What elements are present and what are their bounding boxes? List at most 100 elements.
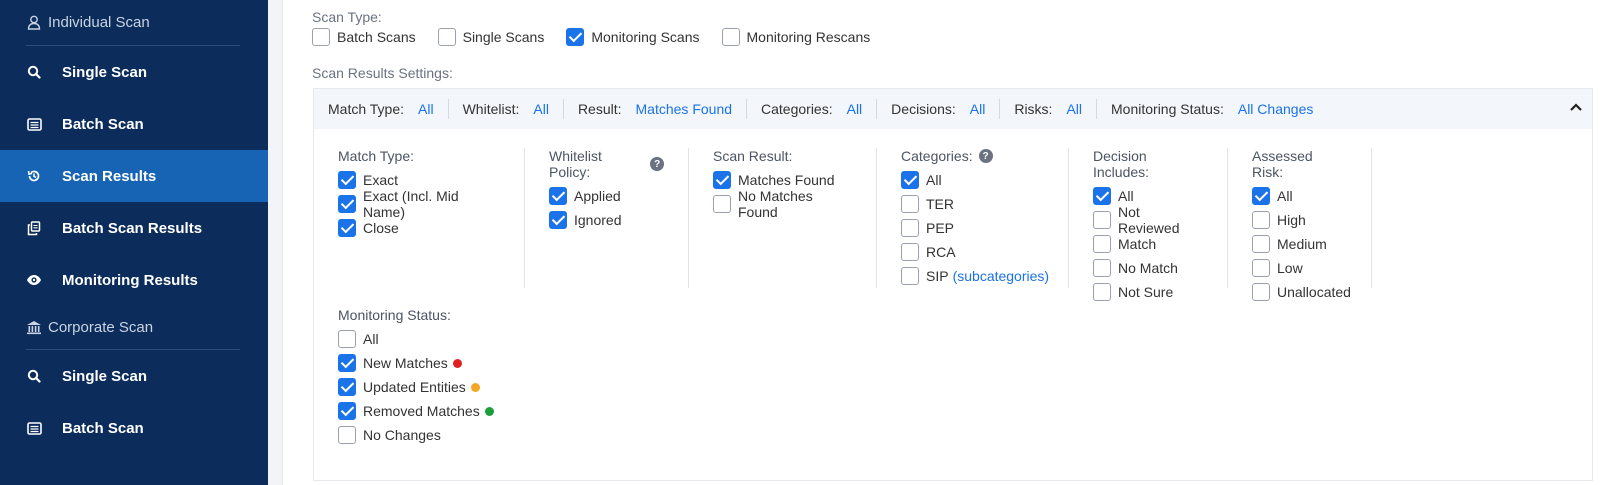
filter-group-match-type: Match Type: Exact Exact (Incl. Mid Name) Cl… (314, 148, 525, 288)
option-row: New Matches (338, 351, 494, 375)
filter-groups: Match Type: Exact Exact (Incl. Mid Name) Cl… (314, 148, 1372, 301)
help-icon[interactable]: ? (650, 157, 664, 171)
sidebar-item-single-scan[interactable]: Single Scan (0, 350, 268, 402)
checkbox-unchecked[interactable] (1252, 211, 1270, 229)
sidebar-item-scan-results[interactable]: Scan Results (0, 150, 268, 202)
summary-value[interactable]: Matches Found (636, 101, 733, 117)
monitoring-updated-entities-checkbox[interactable]: Updated Entities (338, 378, 466, 396)
sidebar-item-single-scan[interactable]: Single Scan (0, 46, 268, 98)
checkbox-label: Not Reviewed (1118, 204, 1180, 236)
checkbox-checked[interactable] (566, 28, 585, 46)
checkbox-unchecked[interactable] (721, 28, 740, 46)
checkbox-checked[interactable] (338, 195, 356, 213)
categories-pep-checkbox[interactable]: PEP (901, 219, 954, 237)
checkbox-unchecked[interactable] (1093, 259, 1111, 277)
scan-result-matches-found-checkbox[interactable]: Matches Found (713, 171, 835, 189)
checkbox-unchecked[interactable] (1093, 211, 1111, 229)
categories-rca-checkbox[interactable]: RCA (901, 243, 956, 261)
help-icon[interactable]: ? (978, 149, 993, 163)
checkbox-unchecked[interactable] (1252, 235, 1270, 253)
match-type-exact-checkbox[interactable]: Exact (338, 171, 398, 189)
option-row: Applied (549, 184, 664, 208)
checkbox-unchecked[interactable] (1252, 259, 1270, 277)
monitoring-all-checkbox[interactable]: All (338, 330, 379, 348)
checkbox-label: Matches Found (738, 172, 835, 188)
assessed-risk-low-checkbox[interactable]: Low (1252, 259, 1303, 277)
checkbox-checked[interactable] (713, 171, 731, 189)
checkbox-label: Close (363, 220, 399, 236)
checkbox-label: Monitoring Scans (591, 29, 700, 45)
checkbox-checked[interactable] (338, 354, 356, 372)
checkbox-checked[interactable] (549, 187, 567, 205)
checkbox-checked[interactable] (338, 171, 356, 189)
history-icon (26, 168, 42, 184)
decision-includes-all-checkbox[interactable]: All (1093, 187, 1134, 205)
checkbox-checked[interactable] (549, 211, 567, 229)
scan-type-single-scans-checkbox[interactable]: Single Scans (437, 28, 544, 46)
batch-icon (26, 420, 42, 436)
checkbox-unchecked[interactable] (312, 28, 330, 46)
checkbox-unchecked[interactable] (1252, 283, 1270, 301)
decision-includes-not-reviewed-checkbox[interactable]: Not Reviewed (1093, 204, 1203, 236)
checkbox-checked[interactable] (338, 219, 356, 237)
scan-type-batch-scans-checkbox[interactable]: Batch Scans (312, 28, 416, 46)
checkbox-label: PEP (926, 220, 955, 236)
checkbox-checked[interactable] (338, 402, 356, 420)
assessed-risk-high-checkbox[interactable]: High (1252, 211, 1306, 229)
summary-value[interactable]: All (533, 101, 549, 117)
search-icon (26, 64, 42, 80)
whitelist-policy-ignored-checkbox[interactable]: Ignored (549, 211, 621, 229)
option-row: Removed Matches (338, 399, 494, 423)
sidebar-item-batch-scan-results[interactable]: Batch Scan Results (0, 202, 268, 254)
categories-sip-checkbox[interactable]: SIP (901, 267, 949, 285)
assessed-risk-medium-checkbox[interactable]: Medium (1252, 235, 1327, 253)
assessed-risk-all-checkbox[interactable]: All (1252, 187, 1293, 205)
checkbox-unchecked[interactable] (1093, 235, 1111, 253)
checkbox-unchecked[interactable] (901, 243, 919, 261)
summary-value[interactable]: All (847, 101, 863, 117)
checkbox-unchecked[interactable] (901, 219, 919, 237)
checkbox-unchecked[interactable] (437, 28, 456, 46)
monitoring-new-matches-checkbox[interactable]: New Matches (338, 354, 448, 372)
match-type-exact-incl-mid-name-checkbox[interactable]: Exact (Incl. Mid Name) (338, 188, 500, 220)
checkbox-label: All (363, 331, 379, 347)
decision-includes-no-match-checkbox[interactable]: No Match (1093, 259, 1178, 277)
categories-all-checkbox[interactable]: All (901, 171, 942, 189)
option-row: Ignored (549, 208, 664, 232)
checkbox-unchecked[interactable] (713, 195, 731, 213)
scan-type-monitoring-scans-checkbox[interactable]: Monitoring Scans (566, 28, 700, 46)
checkbox-checked[interactable] (1252, 187, 1270, 205)
checkbox-unchecked[interactable] (901, 195, 919, 213)
summary-value[interactable]: All (1066, 101, 1082, 117)
scan-type-monitoring-rescans-checkbox[interactable]: Monitoring Rescans (721, 28, 870, 46)
checkbox-unchecked[interactable] (338, 330, 356, 348)
categories-ter-checkbox[interactable]: TER (901, 195, 954, 213)
decision-includes-match-checkbox[interactable]: Match (1093, 235, 1156, 253)
checkbox-checked[interactable] (338, 378, 356, 396)
whitelist-policy-applied-checkbox[interactable]: Applied (549, 187, 621, 205)
summary-value[interactable]: All (970, 101, 986, 117)
summary-value[interactable]: All (418, 101, 434, 117)
settings-summary-bar[interactable]: Match Type: All Whitelist: All Result: Matche… (314, 89, 1592, 129)
monitoring-removed-matches-checkbox[interactable]: Removed Matches (338, 402, 480, 420)
scan-result-no-matches-found-checkbox[interactable]: No Matches Found (713, 188, 852, 220)
filter-group-assessed-risk: Assessed Risk: All High Medium Low Unallocate… (1228, 148, 1372, 301)
checkbox-checked[interactable] (901, 171, 919, 189)
option-row: No Match (1093, 256, 1203, 280)
checkbox-checked[interactable] (1093, 187, 1111, 205)
assessed-risk-unallocated-checkbox[interactable]: Unallocated (1252, 283, 1351, 301)
checkbox-unchecked[interactable] (1093, 283, 1111, 301)
monitoring-no-changes-checkbox[interactable]: No Changes (338, 426, 441, 444)
checkbox-unchecked[interactable] (338, 426, 356, 444)
sidebar-item-batch-scan[interactable]: Batch Scan (0, 402, 268, 454)
decision-includes-not-sure-checkbox[interactable]: Not Sure (1093, 283, 1173, 301)
checkbox-label: High (1277, 212, 1306, 228)
sidebar-item-batch-scan[interactable]: Batch Scan (0, 98, 268, 150)
match-type-close-checkbox[interactable]: Close (338, 219, 399, 237)
checkbox-unchecked[interactable] (901, 267, 919, 285)
sidebar-item-label: Batch Scan (62, 115, 144, 133)
chevron-up-icon[interactable] (1568, 99, 1584, 115)
sidebar-item-monitoring-results[interactable]: Monitoring Results (0, 254, 268, 306)
summary-value[interactable]: All Changes (1238, 101, 1314, 117)
subcategories-link[interactable]: (subcategories) (953, 268, 1050, 284)
